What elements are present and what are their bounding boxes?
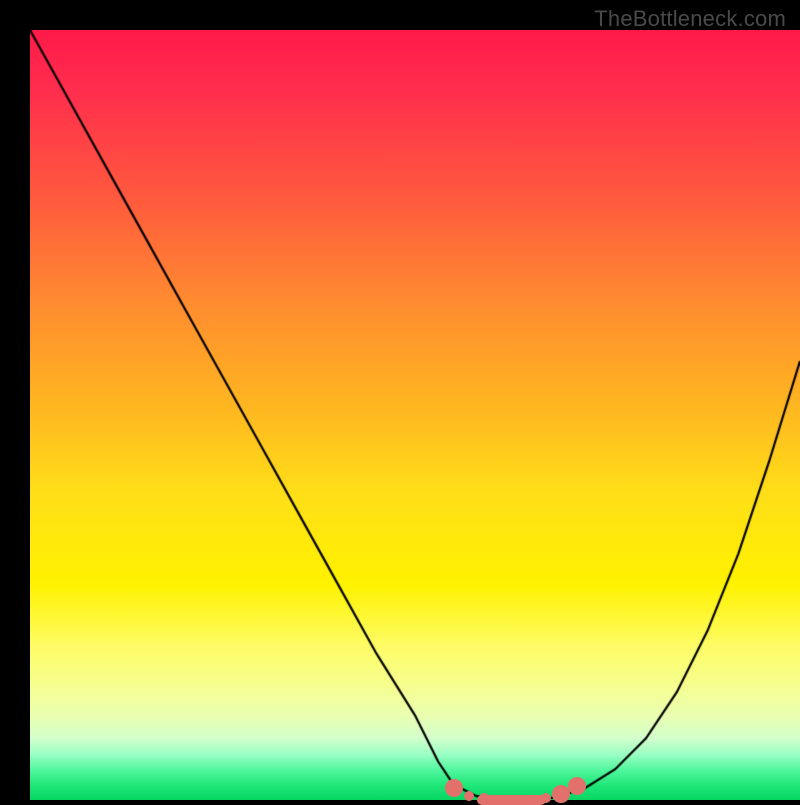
- chart-area: [30, 30, 800, 800]
- curve-marker: [568, 777, 586, 795]
- curve-marker: [445, 779, 463, 797]
- curve-marker: [495, 795, 505, 805]
- bottleneck-curve: [30, 30, 800, 800]
- curve-marker: [526, 795, 536, 805]
- curve-marker: [541, 793, 551, 803]
- watermark-text: TheBottleneck.com: [594, 6, 786, 32]
